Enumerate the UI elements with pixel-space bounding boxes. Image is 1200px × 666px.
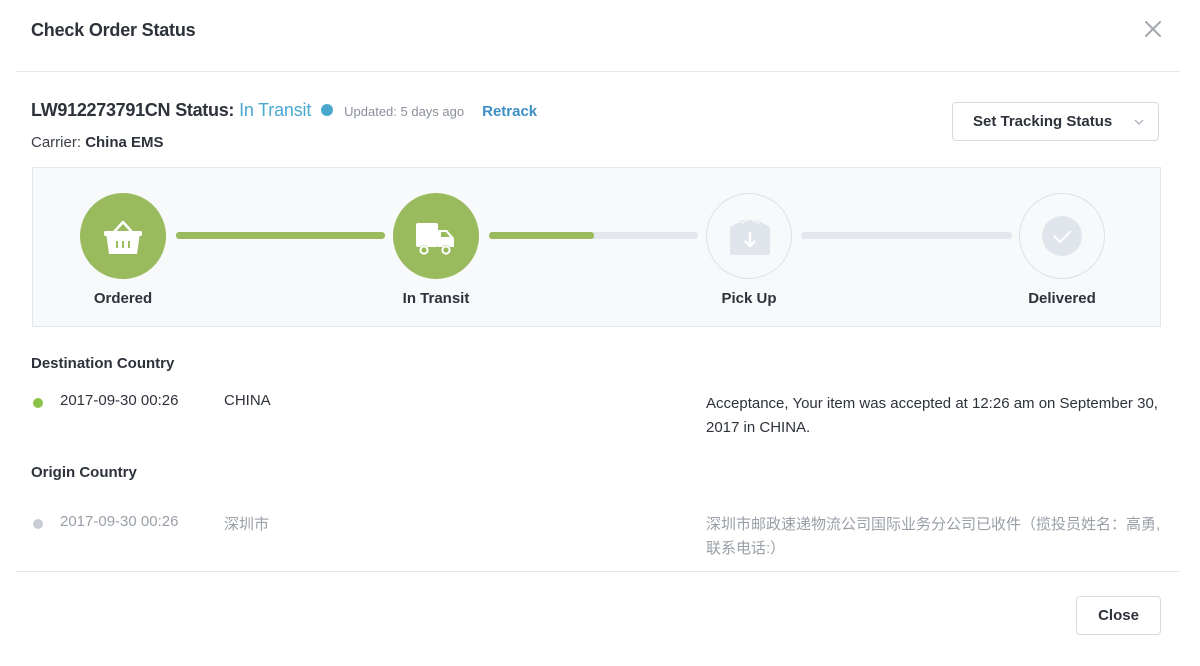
check-circle-icon [1042,216,1082,256]
carrier-label: Carrier: [31,134,82,151]
carrier-info: Carrier: China EMS [31,134,164,151]
status-dot-icon [321,104,334,116]
step-delivered [1019,193,1105,279]
event-description: 深圳市邮政速递物流公司国际业务分公司已收件（揽投员姓名：高勇,联系电话:） [706,516,1161,557]
event-dot-icon [33,519,43,529]
header-divider [16,71,1180,72]
connector-fill [489,232,594,239]
step-label-pick-up: Pick Up [721,290,777,307]
step-ordered [80,193,166,279]
set-tracking-status-dropdown[interactable]: Set Tracking Status [952,102,1159,141]
carrier-value: China EMS [85,134,164,151]
progress-tracker: Ordered In Transit Pick Up Delivered [32,167,1161,327]
set-tracking-status-label: Set Tracking Status [973,113,1113,130]
status-label: Status: [175,100,235,120]
basket-icon [104,220,142,254]
event-location: CHINA [224,392,271,409]
tracking-number: LW912273791CN [31,100,171,120]
step-pick-up [706,193,792,279]
updated-timestamp: Updated: 5 days ago [344,104,465,119]
progress-connector [489,232,698,239]
step-label-delivered: Delivered [1028,290,1096,307]
step-label-ordered: Ordered [93,290,153,307]
truck-icon [416,223,454,255]
step-label-in-transit: In Transit [402,290,470,307]
connector-fill [176,232,385,239]
status-value: In Transit [239,100,312,120]
tracking-status-line: LW912273791CN Status: In Transit Updated… [31,100,537,121]
step-in-transit [393,193,479,279]
chevron-down-icon [1134,119,1144,125]
event-datetime: 2017-09-30 00:26 [60,392,179,409]
package-down-icon [730,218,770,255]
origin-country-title: Origin Country [31,464,137,481]
close-x-icon[interactable] [1142,18,1164,40]
footer-divider [16,571,1180,572]
event-dot-icon [33,398,43,408]
destination-country-title: Destination Country [31,355,175,372]
event-description: Acceptance, Your item was accepted at 12… [706,395,1158,436]
event-location: 深圳市 [224,516,270,533]
progress-connector [801,232,1012,239]
event-datetime: 2017-09-30 00:26 [60,513,179,530]
modal-title: Check Order Status [31,20,196,40]
retrack-link[interactable]: Retrack [482,103,537,120]
progress-connector [176,232,385,239]
close-button[interactable]: Close [1076,596,1161,635]
